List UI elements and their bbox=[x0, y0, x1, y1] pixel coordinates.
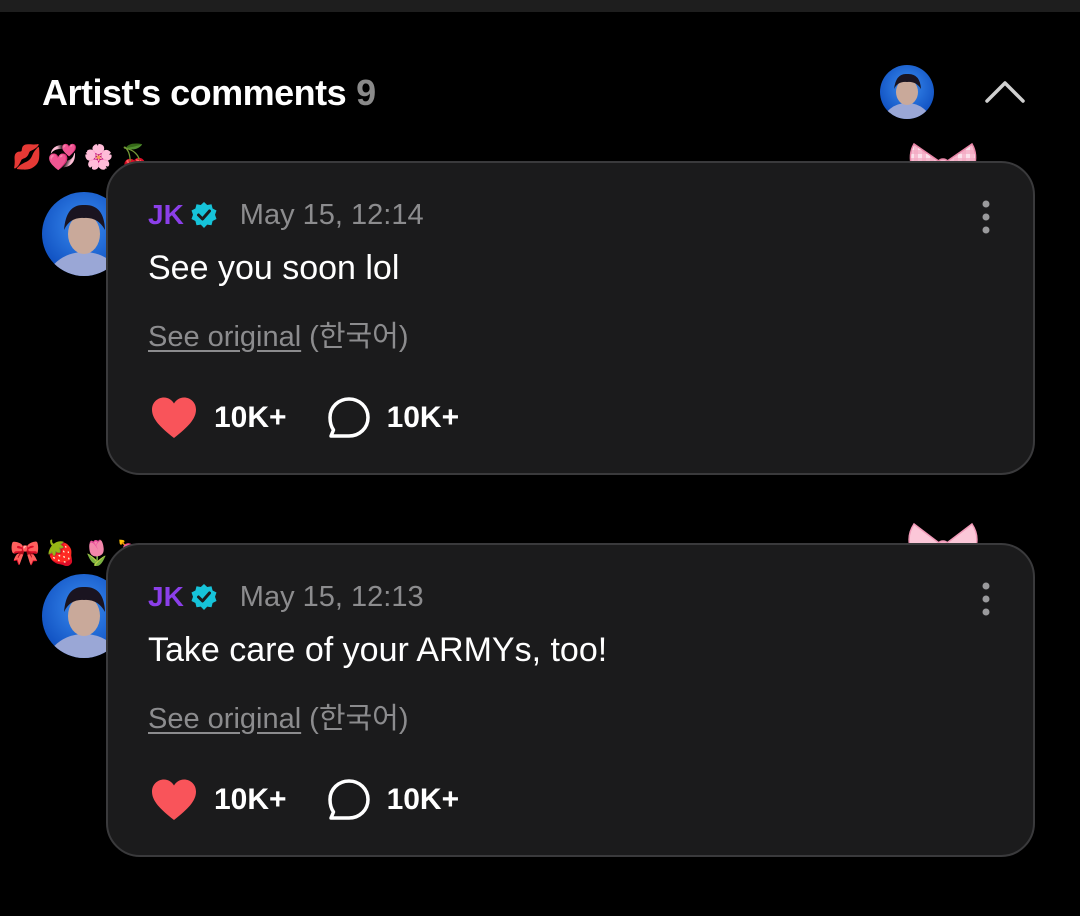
like-button[interactable]: 10K+ bbox=[150, 778, 287, 822]
comment-card: JK May 15, 12:13 Take care of your ARMYs… bbox=[106, 543, 1035, 857]
comment-actions: 10K+ 10K+ bbox=[150, 395, 459, 441]
comment-meta: JK May 15, 12:13 bbox=[148, 577, 424, 617]
reply-button[interactable]: 10K+ bbox=[327, 396, 460, 440]
comment-meta: JK May 15, 12:14 bbox=[148, 195, 424, 235]
more-options-icon[interactable] bbox=[974, 197, 998, 237]
comment-timestamp: May 15, 12:14 bbox=[239, 198, 424, 231]
verified-badge-icon bbox=[191, 584, 217, 610]
see-original-link[interactable]: See original bbox=[148, 703, 301, 735]
like-count: 10K+ bbox=[214, 401, 287, 434]
author-name[interactable]: JK bbox=[148, 581, 184, 613]
collapse-button[interactable] bbox=[978, 66, 1032, 116]
comment-body: See you soon lol bbox=[148, 249, 400, 287]
speech-bubble-icon bbox=[327, 779, 370, 820]
two-hearts-emoji: 💞 bbox=[47, 144, 78, 171]
like-count: 10K+ bbox=[214, 783, 287, 816]
comment-body: Take care of your ARMYs, too! bbox=[148, 631, 608, 669]
author-name[interactable]: JK bbox=[148, 199, 184, 231]
status-bar-edge bbox=[0, 0, 1080, 12]
original-language: (한국어) bbox=[309, 703, 409, 735]
reply-button[interactable]: 10K+ bbox=[327, 778, 460, 822]
translation-info: See original (한국어) bbox=[148, 313, 409, 355]
original-language: (한국어) bbox=[309, 321, 409, 353]
comment-timestamp: May 15, 12:13 bbox=[239, 580, 424, 613]
chevron-up-icon bbox=[985, 81, 1025, 103]
artist-avatar[interactable] bbox=[880, 65, 934, 119]
heart-icon bbox=[152, 779, 196, 820]
comment-actions: 10K+ 10K+ bbox=[150, 777, 459, 823]
tulip-emoji: 🌷 bbox=[81, 540, 112, 567]
reply-count: 10K+ bbox=[386, 783, 460, 816]
kiss-mark-emoji: 💋 bbox=[12, 144, 42, 171]
speech-bubble-icon bbox=[327, 397, 370, 438]
like-button[interactable]: 10K+ bbox=[150, 396, 287, 440]
cherry-blossom-emoji: 🌸 bbox=[83, 144, 114, 171]
comment-card: JK May 15, 12:14 See you soon lol See or… bbox=[106, 161, 1035, 475]
see-original-link[interactable]: See original bbox=[148, 321, 301, 353]
verified-badge-icon bbox=[191, 202, 217, 228]
comment-count: 9 bbox=[356, 72, 377, 113]
reply-count: 10K+ bbox=[386, 401, 460, 434]
section-title: Artist's comments bbox=[42, 72, 347, 113]
translation-info: See original (한국어) bbox=[148, 695, 409, 737]
section-header: Artist's comments 9 bbox=[42, 66, 376, 120]
strawberry-emoji: 🍓 bbox=[45, 540, 76, 567]
ribbon-emoji: 🎀 bbox=[10, 540, 40, 567]
heart-icon bbox=[152, 397, 196, 438]
more-options-icon[interactable] bbox=[974, 579, 998, 619]
